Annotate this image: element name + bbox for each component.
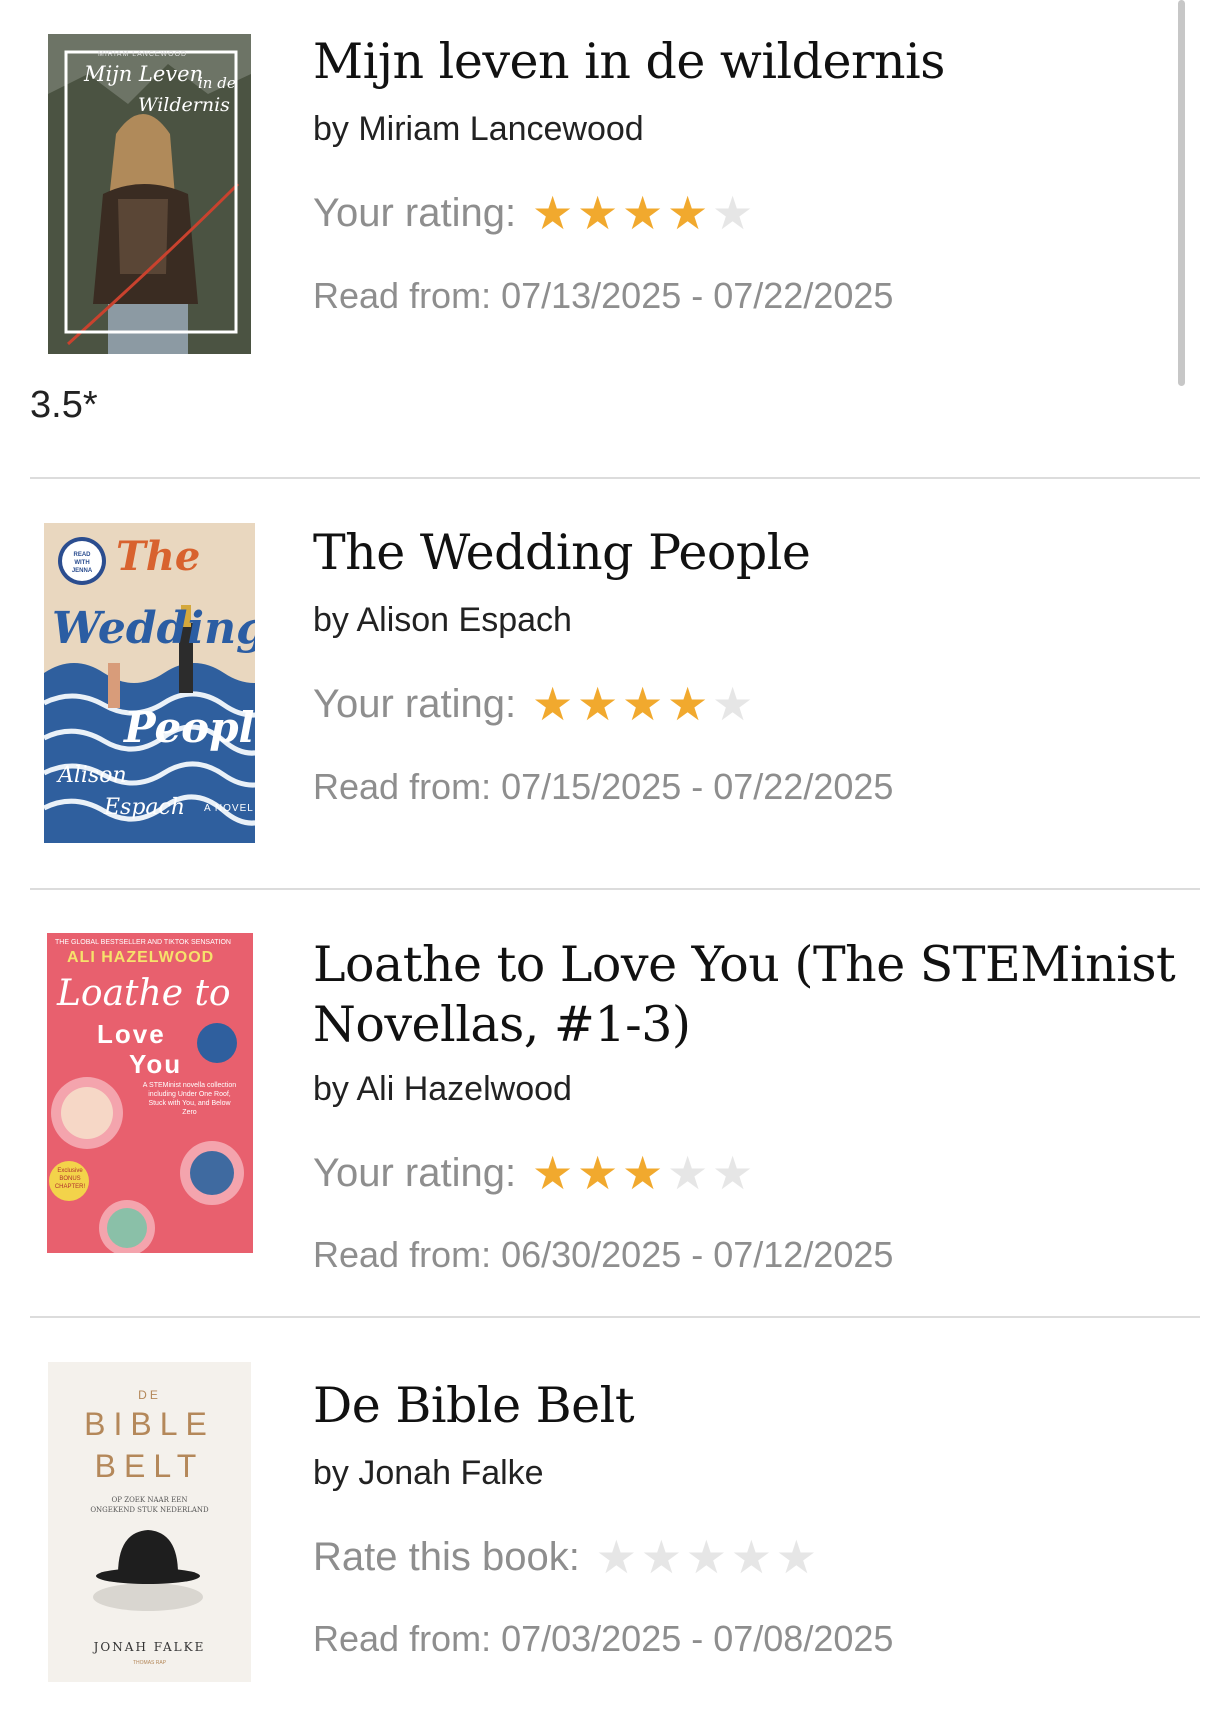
star-icon[interactable]: ★ (665, 190, 710, 236)
cover-author: JONAH FALKE (93, 1640, 206, 1654)
rating-label: Your rating: (313, 190, 517, 235)
book-author[interactable]: by Alison Espach (313, 601, 572, 640)
star-icon[interactable]: ★ (575, 1150, 620, 1196)
book-cover[interactable]: DE BIBLE BELT OP ZOEK NAAR EEN ONGEKEND … (48, 1362, 251, 1682)
star-rating[interactable]: ★ ★ ★ ★ ★ (594, 1534, 819, 1580)
cover-title-line3: Wildernis (138, 94, 230, 116)
star-icon[interactable]: ★ (639, 1534, 684, 1580)
cover-subtitle-line2: ONGEKEND STUK NEDERLAND (90, 1506, 209, 1514)
cover-author: MIRIAM LANCEWOOD (98, 51, 188, 58)
cover-de: DE (138, 1388, 161, 1402)
star-icon[interactable]: ★ (620, 190, 665, 236)
book-cover[interactable]: THE GLOBAL BESTSELLER AND TIKTOK SENSATI… (47, 933, 253, 1253)
cover-word-loathe: Loathe to (57, 973, 231, 1014)
read-dates: Read from: 07/03/2025 - 07/08/2025 (313, 1618, 894, 1659)
read-dates: Read from: 07/15/2025 - 07/22/2025 (313, 766, 894, 807)
cover-top-line: THE GLOBAL BESTSELLER AND TIKTOK SENSATI… (55, 939, 231, 946)
star-icon[interactable]: ★ (665, 681, 710, 727)
cover-title-line1: Mijn Leven (84, 62, 204, 86)
read-dates: Read from: 07/13/2025 - 07/22/2025 (313, 275, 894, 316)
star-icon[interactable]: ★ (530, 681, 575, 727)
divider (30, 1316, 1200, 1318)
star-icon[interactable]: ★ (575, 681, 620, 727)
rating-row: Your rating: ★ ★ ★ ★ ★ (313, 1148, 755, 1198)
rating-row: Your rating: ★ ★ ★ ★ ★ (313, 188, 755, 238)
cover-tag: A NOVEL (204, 803, 254, 814)
star-icon[interactable]: ★ (594, 1534, 639, 1580)
book-cover[interactable]: READ WITH JENNA The Wedding People Aliso… (44, 523, 255, 843)
book-cover[interactable]: Mijn Leven in de Wildernis MIRIAM LANCEW… (48, 34, 251, 354)
star-icon[interactable]: ★ (729, 1534, 774, 1580)
book-title[interactable]: Loathe to Love You (The STEMinist Novell… (313, 935, 1193, 1055)
book-title[interactable]: Mijn leven in de wildernis (313, 32, 945, 92)
divider (30, 888, 1200, 890)
cover-blurb: A STEMinist novella collection including… (142, 1082, 237, 1116)
cover-author-first: Alison (58, 763, 127, 788)
star-icon[interactable]: ★ (684, 1534, 729, 1580)
star-icon[interactable]: ★ (665, 1150, 710, 1196)
book-title[interactable]: The Wedding People (313, 523, 811, 583)
star-icon[interactable]: ★ (710, 681, 755, 727)
book-author[interactable]: by Miriam Lancewood (313, 110, 644, 149)
cover-badge: READ WITH JENNA (71, 552, 93, 574)
rating-label: Rate this book: (313, 1534, 580, 1579)
rating-label: Your rating: (313, 681, 517, 726)
star-icon[interactable]: ★ (620, 681, 665, 727)
read-dates: Read from: 06/30/2025 - 07/12/2025 (313, 1234, 894, 1275)
rating-label: Your rating: (313, 1150, 517, 1195)
star-icon[interactable]: ★ (530, 190, 575, 236)
cover-word-the: The (116, 533, 201, 580)
star-rating[interactable]: ★ ★ ★ ★ ★ (530, 681, 755, 727)
star-rating[interactable]: ★ ★ ★ ★ ★ (530, 190, 755, 236)
cover-author-last: Espach (104, 795, 186, 820)
cover-subtitle-line1: OP ZOEK NAAR EEN (111, 1496, 188, 1504)
star-rating[interactable]: ★ ★ ★ ★ ★ (530, 1150, 755, 1196)
divider (30, 477, 1200, 479)
star-icon[interactable]: ★ (710, 1150, 755, 1196)
cover-word-love: Love (97, 1019, 166, 1049)
cover-word-wedding: Wedding (52, 603, 255, 654)
cover-word-you: You (129, 1049, 183, 1079)
cover-belt: BELT (94, 1448, 205, 1484)
star-icon[interactable]: ★ (620, 1150, 665, 1196)
star-icon[interactable]: ★ (575, 190, 620, 236)
cover-author: ALI HAZELWOOD (67, 949, 215, 966)
star-icon[interactable]: ★ (774, 1534, 819, 1580)
rating-row: Your rating: ★ ★ ★ ★ ★ (313, 679, 755, 729)
book-author[interactable]: by Ali Hazelwood (313, 1070, 572, 1109)
scrollbar[interactable] (1178, 0, 1185, 386)
cover-bible: BIBLE (84, 1406, 215, 1442)
star-icon[interactable]: ★ (530, 1150, 575, 1196)
cover-word-people: People (124, 703, 255, 752)
cover-title-line2: in de (198, 74, 236, 92)
book-author[interactable]: by Jonah Falke (313, 1454, 544, 1493)
book-title[interactable]: De Bible Belt (313, 1376, 635, 1436)
rating-row: Rate this book: ★ ★ ★ ★ ★ (313, 1532, 819, 1582)
star-icon[interactable]: ★ (710, 190, 755, 236)
cover-publisher: THOMAS RAP (132, 1660, 167, 1666)
cover-bonus: Exclusive BONUS CHAPTER! (54, 1168, 86, 1190)
review-note: 3.5* (30, 384, 98, 426)
